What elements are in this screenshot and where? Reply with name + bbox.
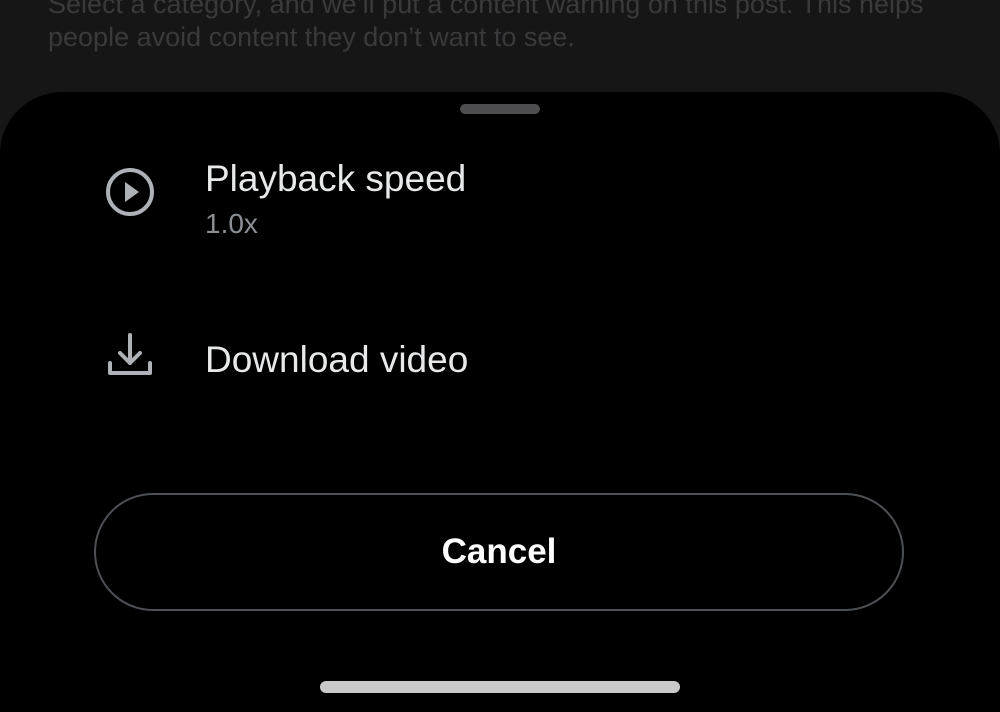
home-indicator [320, 681, 680, 693]
playback-speed-item[interactable]: Playback speed 1.0x [60, 142, 920, 252]
play-circle-icon [100, 162, 160, 222]
bottom-sheet: Playback speed 1.0x Download video Cance… [0, 92, 1000, 712]
download-video-item[interactable]: Download video [60, 307, 920, 417]
cancel-button[interactable]: Cancel [94, 493, 904, 611]
download-video-label: Download video [205, 339, 469, 380]
download-icon [100, 325, 160, 385]
playback-speed-label: Playback speed [205, 158, 467, 199]
content-warning-description: Select a category, and we’ll put a conte… [48, 0, 924, 52]
screen: Select a category, and we’ll put a conte… [0, 0, 1000, 712]
sheet-grabber[interactable] [460, 104, 540, 114]
playback-speed-value: 1.0x [205, 208, 258, 239]
